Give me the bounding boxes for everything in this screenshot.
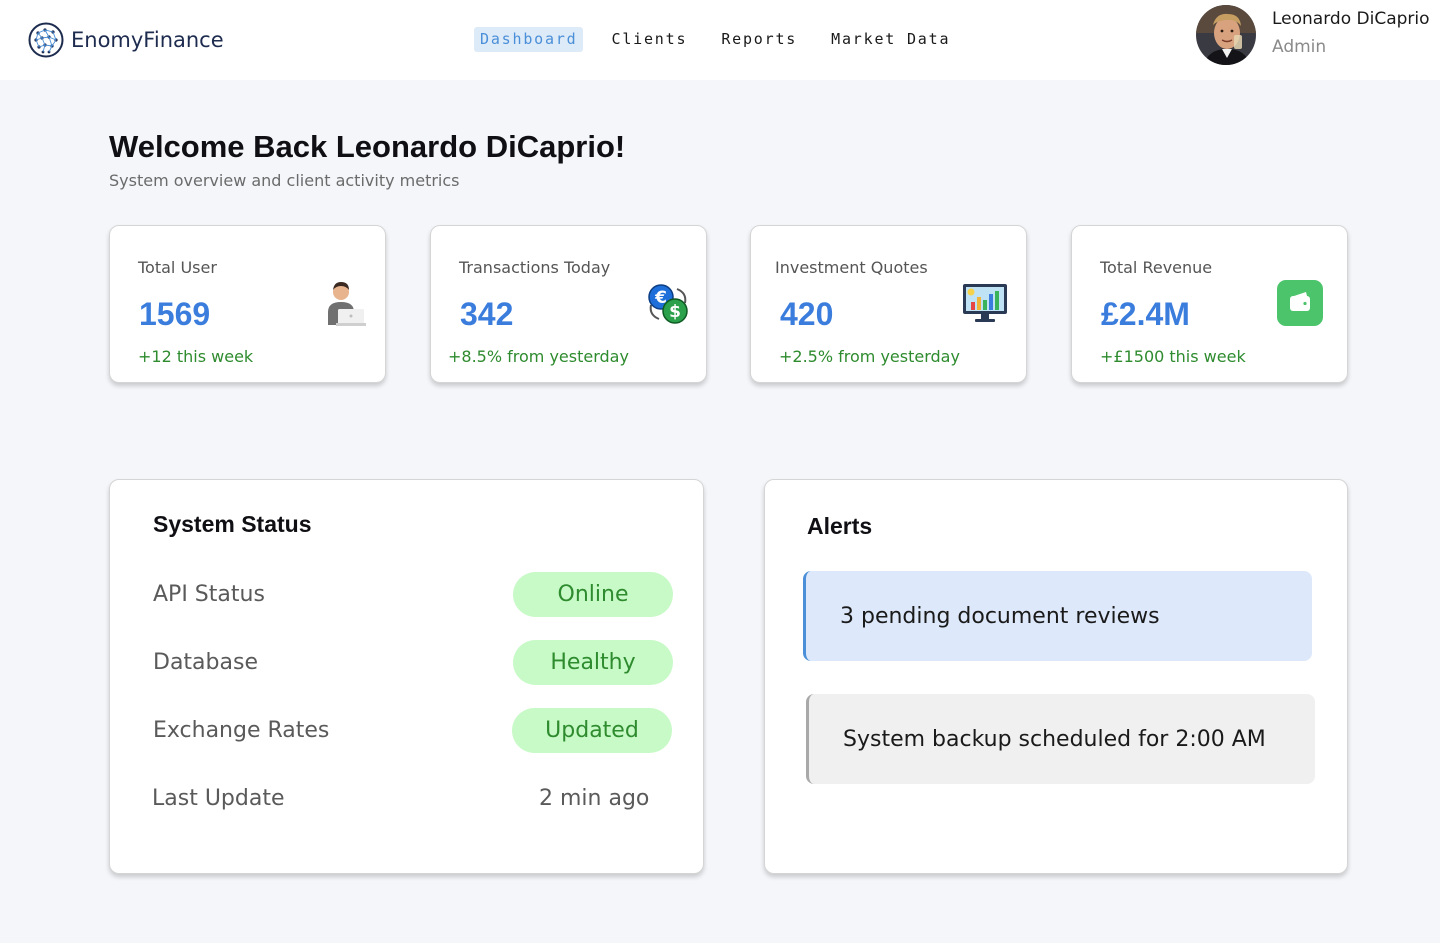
alert-item-neutral[interactable]: System backup scheduled for 2:00 AM [806,694,1315,784]
brand[interactable]: EnomyFinance [28,22,224,58]
panel-title: System Status [153,511,312,537]
stat-change: +12 this week [138,347,254,366]
person-laptop-icon [328,282,366,326]
stat-change: +£1500 this week [1100,347,1246,366]
nav-clients[interactable]: Clients [605,27,693,52]
wallet-icon [1277,280,1323,326]
avatar[interactable] [1196,5,1256,65]
stat-value: 420 [780,296,834,332]
stat-value: 342 [460,296,514,332]
nav-reports[interactable]: Reports [715,27,803,52]
status-label-last-update: Last Update [152,786,285,811]
page-subtitle: System overview and client activity metr… [109,171,460,190]
alert-text: System backup scheduled for 2:00 AM [843,726,1266,752]
user-avatar-photo [1196,5,1256,65]
main-nav: Dashboard Clients Reports Market Data [474,27,978,52]
stat-change: +2.5% from yesterday [779,347,960,366]
stat-value: 1569 [139,296,211,332]
alert-text: 3 pending document reviews [840,603,1160,629]
svg-text:$: $ [669,302,681,322]
status-label-exchange-rates: Exchange Rates [153,718,330,743]
currency-exchange-icon: € $ [648,284,688,324]
status-last-update-value: 2 min ago [539,786,650,811]
alerts-panel: Alerts 3 pending document reviews System… [764,479,1348,874]
stat-value: £2.4M [1101,296,1190,332]
stat-label: Total Revenue [1100,258,1213,277]
stat-card-investment-quotes[interactable]: Investment Quotes 420 +2.5% from yesterd… [750,225,1027,383]
user-menu[interactable]: Leonardo DiCaprio Admin [1196,5,1430,65]
status-label-api: API Status [153,582,265,607]
status-badge-api: Online [513,572,673,617]
stat-card-total-revenue[interactable]: Total Revenue £2.4M +£1500 this week [1071,225,1348,383]
top-bar: EnomyFinance Dashboard Clients Reports M… [0,0,1440,80]
monitor-chart-icon [963,284,1007,322]
user-meta: Leonardo DiCaprio Admin [1272,7,1430,63]
stat-change: +8.5% from yesterday [448,347,629,366]
user-role: Admin [1272,37,1327,57]
status-badge-database: Healthy [513,640,673,685]
stat-label: Transactions Today [459,258,611,277]
nav-dashboard[interactable]: Dashboard [474,27,584,52]
page-title: Welcome Back Leonardo DiCaprio! [109,129,626,164]
brand-name: EnomyFinance [71,28,224,52]
status-label-database: Database [153,650,258,675]
status-badge-exchange-rates: Updated [512,708,672,753]
stat-card-total-user[interactable]: Total User 1569 +12 this week [109,225,386,383]
system-status-panel: System Status API Status Online Database… [109,479,704,874]
panel-title: Alerts [807,513,873,539]
stat-label: Total User [138,258,217,277]
nav-market-data[interactable]: Market Data [825,27,956,52]
network-globe-icon [28,22,64,58]
alert-item-info[interactable]: 3 pending document reviews [803,571,1312,661]
stat-label: Investment Quotes [775,258,928,277]
stat-card-transactions[interactable]: Transactions Today 342 +8.5% from yester… [430,225,707,383]
user-name: Leonardo DiCaprio [1272,9,1430,29]
